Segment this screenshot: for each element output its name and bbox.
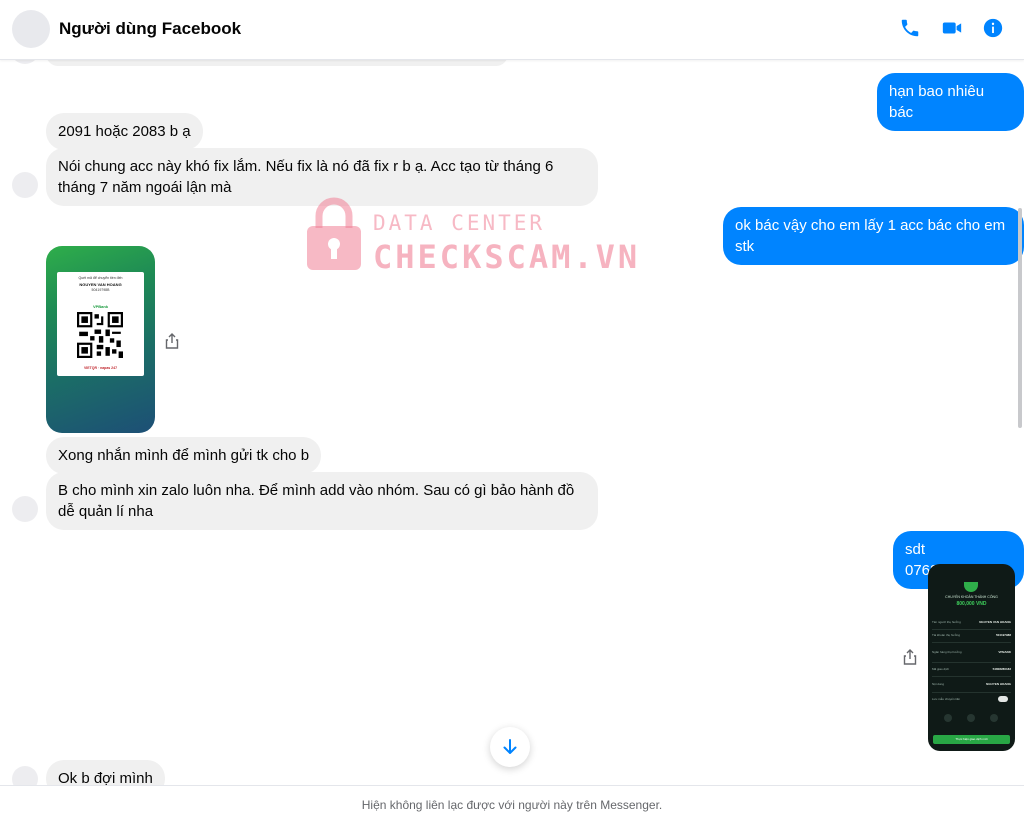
sender-avatar[interactable]	[12, 496, 38, 522]
receipt-amount: 800,000 VND	[956, 601, 987, 607]
sender-avatar[interactable]	[12, 172, 38, 198]
bank-logo-icon	[964, 582, 978, 592]
receipt-row: Nội dung NGUYEN HOANG	[932, 682, 1011, 686]
scrollbar-thumb[interactable]	[1018, 208, 1022, 428]
save-template-toggle	[998, 696, 1008, 702]
new-transaction-button: Thực hiện giao dịch mới	[933, 735, 1010, 744]
qr-bank-name: VPBank	[92, 304, 109, 309]
qr-account-name: NGUYEN VAN HOANG	[79, 282, 122, 287]
info-icon[interactable]	[982, 17, 1004, 39]
contact-name[interactable]: Người dùng Facebook	[59, 19, 241, 39]
outgoing-message[interactable]: hạn bao nhiêu bác	[877, 73, 1024, 131]
footer-notice-text: Hiện không liên lạc được với người này t…	[361, 798, 663, 812]
video-call-icon[interactable]	[941, 17, 963, 39]
qr-code-image[interactable]: Quét mã để chuyển tiền đến NGUYEN VAN HO…	[46, 246, 155, 433]
divider	[932, 629, 1011, 630]
qr-code-icon	[77, 312, 123, 358]
incoming-message[interactable]: 2091 hoặc 2083 b ạ	[46, 113, 203, 150]
arrow-down-icon	[503, 739, 517, 754]
lock-icon	[307, 197, 361, 270]
incoming-message[interactable]: Nói chung acc này khó fix lắm. Nếu fix l…	[46, 148, 598, 206]
contact-avatar[interactable]	[12, 10, 50, 48]
watermark-line1: DATA CENTER	[373, 211, 546, 235]
incoming-message[interactable]: B cho mình xin zalo luôn nha. Để mình ad…	[46, 472, 598, 530]
divider	[932, 692, 1011, 693]
share-receipt-icon	[944, 714, 952, 722]
transfer-receipt-image[interactable]: CHUYỂN KHOẢN THÀNH CÔNG 800,000 VND Tên …	[928, 564, 1015, 751]
composer-unavailable-notice: Hiện không liên lạc được với người này t…	[0, 785, 1024, 821]
share-icon[interactable]	[165, 333, 179, 349]
divider	[932, 642, 1011, 643]
receipt-row: Tên người thụ hưởng NGUYEN VAN HOANG	[932, 620, 1011, 624]
scroll-to-bottom-button[interactable]	[490, 727, 530, 767]
divider	[932, 662, 1011, 663]
watermark-line2: CHECKSCAM.VN	[373, 238, 641, 276]
qr-caption: Quét mã để chuyển tiền đến	[78, 276, 123, 280]
receipt-status: CHUYỂN KHOẢN THÀNH CÔNG	[945, 595, 998, 599]
receipt-row: Tài khoản thụ hưởng 504197988	[932, 633, 1011, 637]
save-receipt-icon	[967, 714, 975, 722]
outgoing-message[interactable]: ok bác vậy cho em lấy 1 acc bác cho em s…	[723, 207, 1024, 265]
incoming-message[interactable]: Xong nhắn mình để mình gửi tk cho b	[46, 437, 322, 474]
receipt-row: Mã giao dịch 54808280183	[932, 667, 1011, 671]
qr-panel: Quét mã để chuyển tiền đến NGUYEN VAN HO…	[57, 272, 144, 376]
divider	[932, 676, 1011, 677]
receipt-row: Ngân hàng thụ hưởng VPBANK	[932, 650, 1011, 654]
qr-account-number: 50419798B	[91, 288, 110, 292]
conversation-header: Người dùng Facebook	[0, 0, 1024, 60]
qr-footer: VIETQR · napas 247	[83, 366, 118, 370]
shortcut-icon	[990, 714, 998, 722]
phone-icon[interactable]	[899, 17, 921, 39]
watermark: DATA CENTER CHECKSCAM.VN	[305, 196, 645, 276]
share-icon[interactable]	[903, 649, 917, 665]
